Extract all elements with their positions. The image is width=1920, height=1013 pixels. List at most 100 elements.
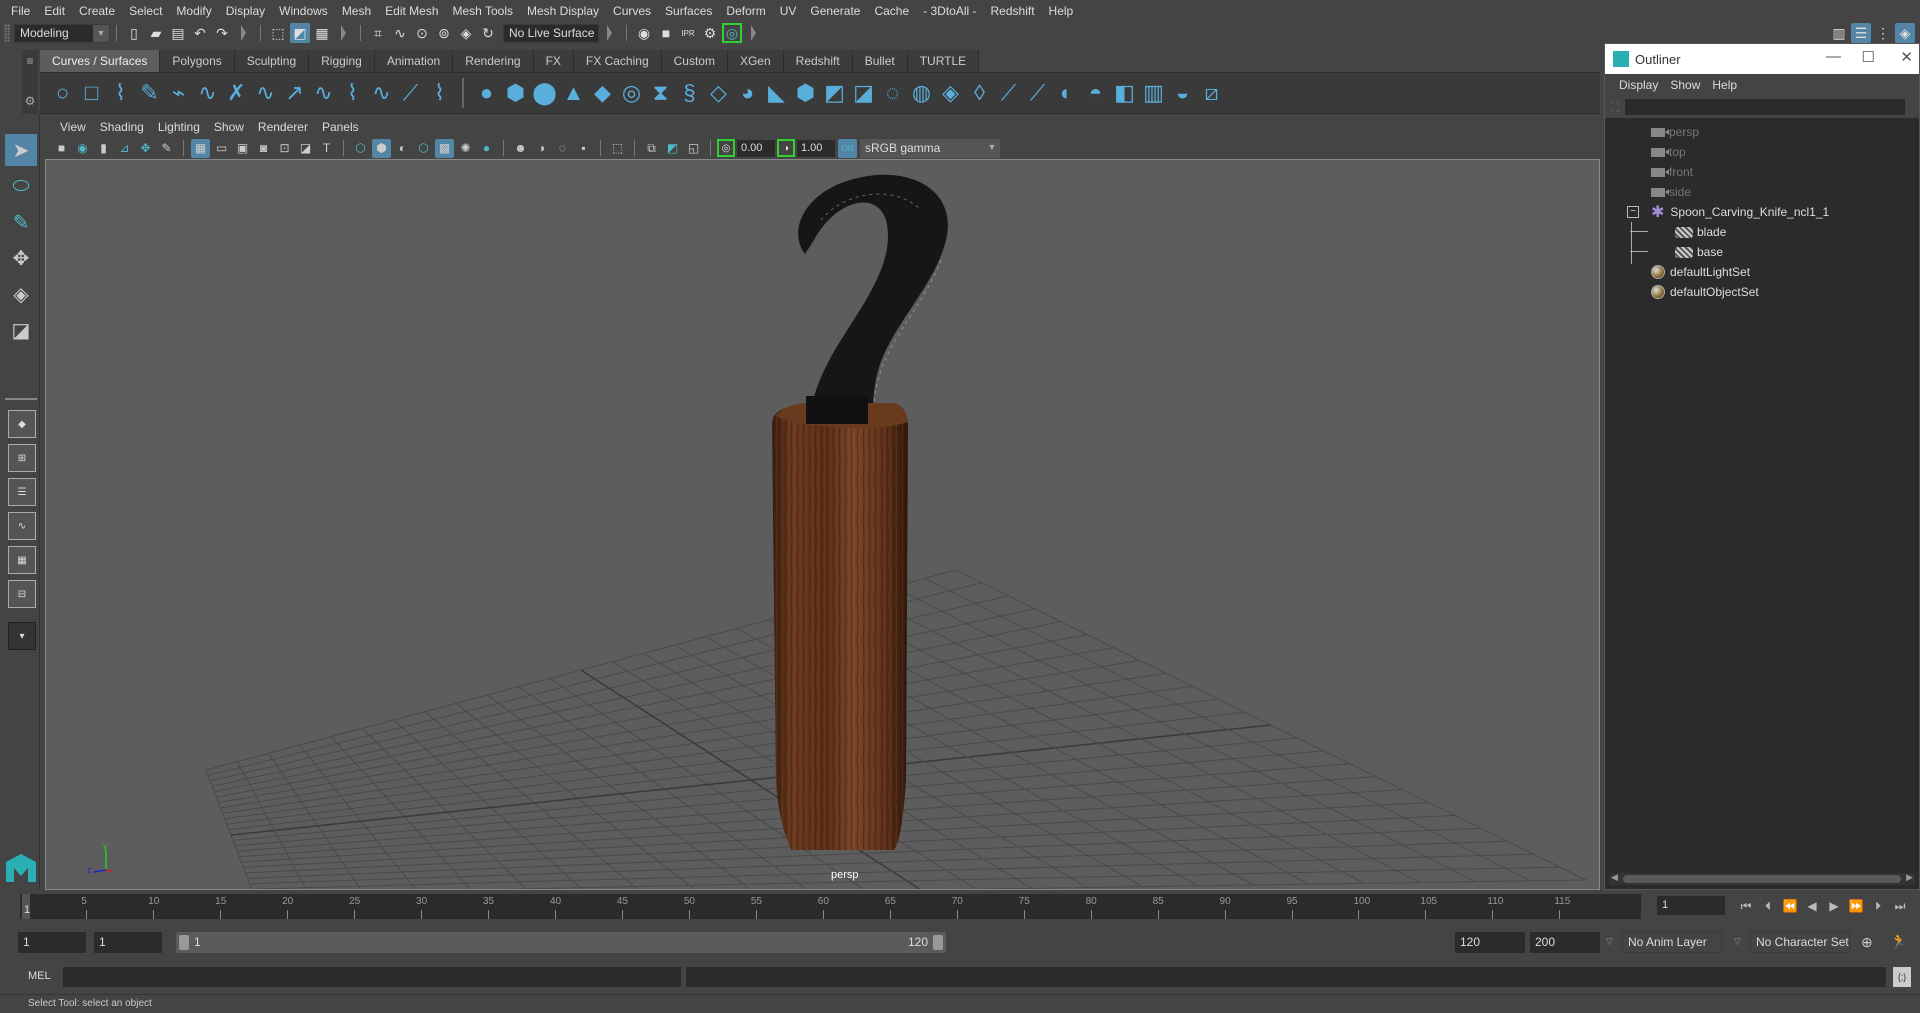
character-set-chevron-icon[interactable]: ▽	[1734, 936, 1741, 947]
shadows-icon[interactable]: ●	[477, 139, 496, 158]
snap-point-icon[interactable]: ⊙	[412, 23, 432, 43]
outliner-item[interactable]: blade	[1630, 222, 1726, 242]
menu-mesh-display[interactable]: Mesh Display	[520, 0, 606, 22]
range-end-handle[interactable]	[933, 935, 943, 950]
textured-icon[interactable]: ▩	[435, 138, 454, 158]
snap-curve-icon[interactable]: ∿	[390, 23, 410, 43]
render-current-icon[interactable]: ■	[656, 23, 676, 43]
command-language-toggle[interactable]: MEL	[28, 970, 51, 982]
save-scene-icon[interactable]: ▤	[168, 23, 188, 43]
play-forwards-icon[interactable]: ▶	[1823, 899, 1845, 913]
trim-icon[interactable]: ⟋	[994, 78, 1023, 108]
menu-select[interactable]: Select	[122, 0, 169, 22]
outliner-item[interactable]: top	[1651, 142, 1686, 162]
move-tool-icon[interactable]: ✥	[5, 242, 37, 274]
paint-select-tool-icon[interactable]: ✎	[5, 206, 37, 238]
scale-tool-icon[interactable]: ◪	[5, 314, 37, 346]
cv-curve-icon[interactable]: ⌇	[106, 78, 135, 108]
panel-menu-view[interactable]: View	[53, 120, 93, 134]
shelf-settings-icon[interactable]: ⚙	[22, 94, 38, 108]
step-forward-key-icon[interactable]: ⏩	[1845, 899, 1867, 913]
planar-icon[interactable]: ◇	[704, 78, 733, 108]
pencil-curve-icon[interactable]: ✎	[135, 78, 164, 108]
shelf-tab-bullet[interactable]: Bullet	[852, 50, 908, 72]
isolate-select-icon[interactable]: ⬚	[608, 139, 627, 158]
play-backwards-icon[interactable]: ◀	[1801, 899, 1823, 913]
lasso-tool-icon[interactable]: ⬭	[5, 170, 37, 202]
outliner-menu-display[interactable]: Display	[1613, 78, 1664, 92]
curve-cut-icon[interactable]: ✗	[222, 78, 251, 108]
shelf-tab-custom[interactable]: Custom	[661, 50, 728, 72]
depth-of-field-icon[interactable]: ▪	[574, 139, 593, 158]
shelf-tab-redshift[interactable]: Redshift	[783, 50, 853, 72]
snap-view-plane-icon[interactable]: ⊚	[434, 23, 454, 43]
exposure-field[interactable]: 0.00	[737, 139, 775, 157]
color-management-toggle-icon[interactable]: ON	[838, 138, 857, 158]
revolve-icon[interactable]: ⧗	[646, 78, 675, 108]
animation-end-field[interactable]: 200	[1530, 932, 1600, 953]
menu-windows[interactable]: Windows	[272, 0, 335, 22]
outliner-item[interactable]: persp	[1651, 122, 1699, 142]
shelf-tab-xgen[interactable]: XGen	[727, 50, 784, 72]
outliner-title-bar[interactable]: Outliner — ☐ ✕	[1605, 44, 1919, 74]
menu-help[interactable]: Help	[1042, 0, 1081, 22]
rebuild-surface-icon[interactable]: ▥	[1139, 78, 1168, 108]
menu-deform[interactable]: Deform	[719, 0, 772, 22]
shelf-tab-curves-surfaces[interactable]: Curves / Surfaces	[40, 50, 161, 72]
nurbs-sphere-icon[interactable]: ●	[472, 78, 501, 108]
resolution-gate-icon[interactable]: ▣	[233, 139, 252, 158]
script-editor-icon[interactable]: {;}	[1893, 967, 1911, 987]
menu-3dtoall[interactable]: - 3DtoAll -	[916, 0, 983, 22]
ep-curve-icon[interactable]: ⌁	[164, 78, 193, 108]
snap-together-icon[interactable]: ↻	[478, 23, 498, 43]
nurbs-plane-icon[interactable]: ◆	[588, 78, 617, 108]
menu-surfaces[interactable]: Surfaces	[658, 0, 719, 22]
outliner-item[interactable]: defaultLightSet	[1651, 262, 1750, 282]
bevel-plus-icon[interactable]: ◍	[907, 78, 936, 108]
field-chart-icon[interactable]: ⊡	[275, 139, 294, 158]
snap-grid-icon[interactable]: ⌗	[368, 23, 388, 43]
step-back-frame-icon[interactable]: ⏴	[1757, 899, 1779, 914]
nurbs-cylinder-icon[interactable]: ⬤	[530, 78, 559, 108]
render-view-icon[interactable]: ◉	[634, 23, 654, 43]
playback-end-field[interactable]: 120	[1455, 932, 1525, 953]
go-to-start-icon[interactable]: ⏮	[1735, 899, 1757, 914]
more-layouts-icon[interactable]: ▾	[8, 622, 36, 650]
animation-start-field[interactable]: 1	[18, 932, 86, 953]
scrollbar-thumb[interactable]	[1623, 875, 1901, 883]
loft-icon[interactable]: §	[675, 78, 704, 108]
rebuild-curve-icon[interactable]: ∿	[309, 78, 338, 108]
single-perspective-layout-icon[interactable]: ◆	[8, 410, 36, 438]
collapse-arrow-icon[interactable]	[341, 25, 346, 41]
extrude-icon[interactable]: ◕	[733, 78, 762, 108]
grid-icon[interactable]: ▦	[191, 138, 210, 158]
color-space-dropdown[interactable]: sRGB gamma ▼	[860, 138, 1000, 158]
modeling-toolkit-icon[interactable]: ▥	[1829, 23, 1849, 43]
horizontal-scrollbar[interactable]: ◀ ▶	[1609, 872, 1915, 885]
scroll-right-icon[interactable]: ▶	[1906, 872, 1913, 883]
select-object-icon[interactable]: ◩	[290, 23, 310, 43]
playback-start-field[interactable]: 1	[94, 932, 162, 953]
ipr-render-icon[interactable]: IPR	[678, 23, 698, 43]
bezier-curve-icon[interactable]: ∿	[193, 78, 222, 108]
menu-generate[interactable]: Generate	[803, 0, 867, 22]
shelf-tab-fx[interactable]: FX	[533, 50, 574, 72]
make-live-icon[interactable]: ◈	[456, 23, 476, 43]
square-surface-icon[interactable]: ◪	[849, 78, 878, 108]
panel-menu-lighting[interactable]: Lighting	[151, 120, 207, 134]
menu-display[interactable]: Display	[219, 0, 272, 22]
menu-mesh[interactable]: Mesh	[335, 0, 378, 22]
smooth-shade-icon[interactable]: ⬢	[372, 138, 391, 158]
tool-settings-icon[interactable]: ⋮	[1873, 23, 1893, 43]
attach-curve-icon[interactable]: ∿	[251, 78, 280, 108]
panel-menu-renderer[interactable]: Renderer	[251, 120, 315, 134]
panel-menu-shading[interactable]: Shading	[93, 120, 151, 134]
grip-handle[interactable]	[4, 24, 10, 42]
menu-mesh-tools[interactable]: Mesh Tools	[446, 0, 520, 22]
shelf-tab-polygons[interactable]: Polygons	[160, 50, 235, 72]
range-start-handle[interactable]	[179, 935, 189, 950]
rotate-tool-icon[interactable]: ◈	[5, 278, 37, 310]
outliner-item[interactable]: defaultObjectSet	[1651, 282, 1759, 302]
persp-graph-layout-icon[interactable]: ∿	[8, 512, 36, 540]
menu-create[interactable]: Create	[72, 0, 122, 22]
